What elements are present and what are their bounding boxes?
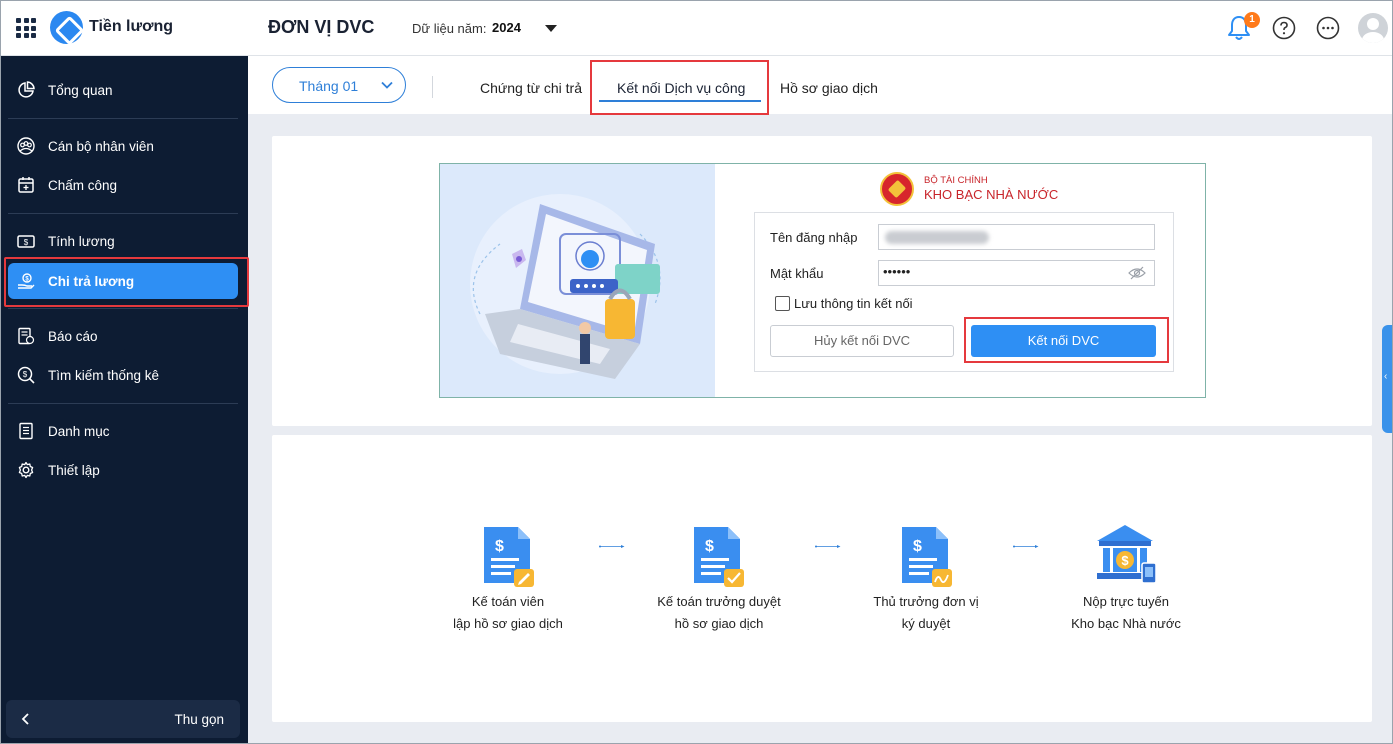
treasury-bank-icon: $ (1097, 525, 1157, 584)
eye-off-icon[interactable] (1128, 266, 1146, 280)
tab-transaction-records[interactable]: Hồ sơ giao dịch (780, 80, 878, 96)
gear-icon (16, 460, 36, 480)
app-logo (50, 11, 83, 44)
org-treasury: KHO BẠC NHÀ NƯỚC (924, 187, 1059, 202)
highlight-box-sidebar (4, 257, 249, 307)
step-4-line2: Kho bạc Nhà nước (1071, 616, 1181, 631)
workflow-card (272, 435, 1372, 722)
step-3-line2: ký duyệt (901, 616, 951, 631)
redacted-username (885, 231, 989, 244)
sidebar-divider (8, 403, 238, 404)
sidebar-divider (8, 118, 238, 119)
username-label: Tên đăng nhập (770, 230, 858, 245)
step-1-line2: lập hồ sơ giao dịch (453, 616, 563, 631)
sidebar-item-payroll[interactable]: $ Tính lương (8, 223, 238, 259)
month-select-value: Tháng 01 (299, 78, 359, 94)
search-dollar-icon: $ (16, 365, 36, 385)
org-ministry: BỘ TÀI CHÍNH (924, 175, 988, 186)
svg-text:$: $ (1121, 553, 1129, 568)
toolbar-divider (432, 76, 433, 98)
app-grid-icon[interactable] (16, 18, 36, 38)
year-label: Dữ liệu năm: (412, 21, 487, 36)
collapse-sidebar-button[interactable]: Thu gọn (6, 700, 240, 738)
sidebar-divider (8, 308, 238, 309)
calendar-icon (16, 175, 36, 195)
sidebar-item-label: Thiết lập (48, 462, 100, 478)
arrow-right-icon (815, 545, 841, 548)
salary-card-icon: $ (16, 231, 36, 251)
svg-text:$: $ (24, 238, 29, 247)
remember-label: Lưu thông tin kết nối (794, 296, 913, 311)
password-mask: •••••• (883, 264, 911, 279)
staff-group-icon (16, 136, 36, 156)
arrow-right-icon (1013, 545, 1039, 548)
sidebar-item-label: Tìm kiếm thống kê (48, 367, 160, 383)
sidebar-divider (8, 213, 238, 214)
caret-down-icon[interactable] (545, 25, 557, 32)
sidebar-item-staff[interactable]: Cán bộ nhân viên (8, 128, 238, 164)
sidebar-item-timekeeping[interactable]: Chấm công (8, 167, 238, 203)
sidebar-item-overview[interactable]: Tổng quan (8, 72, 238, 108)
sidebar-item-label: Báo cáo (48, 328, 98, 344)
remember-checkbox[interactable] (775, 296, 790, 311)
year-select[interactable]: 2024 (492, 20, 521, 35)
tab-payment-vouchers[interactable]: Chứng từ chi trả (480, 80, 582, 96)
step-4-line1: Nộp trực tuyến (1082, 594, 1170, 609)
list-book-icon (16, 421, 36, 441)
password-input[interactable]: •••••• (878, 260, 1155, 286)
side-panel-handle[interactable]: ‹ (1382, 325, 1393, 433)
password-label: Mật khẩu (770, 266, 824, 281)
document-sign-icon: $ (902, 527, 952, 587)
sidebar-item-search-stats[interactable]: $ Tìm kiếm thống kê (8, 357, 238, 393)
more-options-icon[interactable] (1316, 16, 1340, 40)
step-2-line2: hồ sơ giao dịch (674, 616, 764, 631)
step-2-line1: Kế toán trưởng duyệt (657, 594, 781, 609)
svg-text:$: $ (913, 538, 922, 555)
help-icon[interactable] (1272, 16, 1296, 40)
svg-text:$: $ (23, 370, 28, 379)
app-name: Tiền lương (89, 18, 173, 35)
step-1-line1: Kế toán viên (471, 594, 545, 609)
chevron-down-icon (381, 81, 393, 89)
state-treasury-emblem-icon (880, 172, 914, 206)
arrow-right-icon (599, 545, 625, 548)
step-3-line1: Thủ trưởng đơn vị (873, 594, 979, 609)
chevron-left-icon: ‹ (1384, 371, 1388, 382)
svg-text:$: $ (705, 538, 714, 555)
sidebar-item-label: Cán bộ nhân viên (48, 138, 154, 154)
highlight-box-tab (590, 60, 769, 115)
month-select[interactable]: Tháng 01 (272, 67, 406, 103)
sidebar-item-label: Danh mục (48, 423, 110, 439)
document-edit-icon: $ (484, 527, 534, 587)
disconnect-dvc-button[interactable]: Hủy kết nối DVC (770, 325, 954, 357)
sidebar-item-catalog[interactable]: Danh mục (8, 413, 238, 449)
chevron-left-icon (21, 713, 29, 725)
collapse-label: Thu gọn (174, 712, 224, 727)
sidebar-item-label: Tổng quan (48, 82, 113, 98)
pie-chart-icon (16, 80, 36, 100)
username-input[interactable] (878, 224, 1155, 250)
sidebar-item-label: Tính lương (48, 233, 115, 249)
user-avatar[interactable] (1358, 13, 1388, 43)
svg-text:$: $ (495, 538, 504, 555)
sidebar-item-label: Chấm công (48, 177, 118, 193)
unit-name: ĐƠN VỊ DVC (268, 17, 375, 37)
notification-badge: 1 (1244, 12, 1260, 28)
sidebar-item-settings[interactable]: Thiết lập (8, 452, 238, 488)
security-laptop-illustration (440, 164, 715, 397)
sidebar-item-reports[interactable]: Báo cáo (8, 318, 238, 354)
document-approved-icon: $ (694, 527, 744, 587)
report-icon (16, 326, 36, 346)
highlight-box-connect (964, 317, 1169, 363)
top-bar: Tiền lương ĐƠN VỊ DVC Dữ liệu năm: 2024 … (0, 0, 1393, 56)
